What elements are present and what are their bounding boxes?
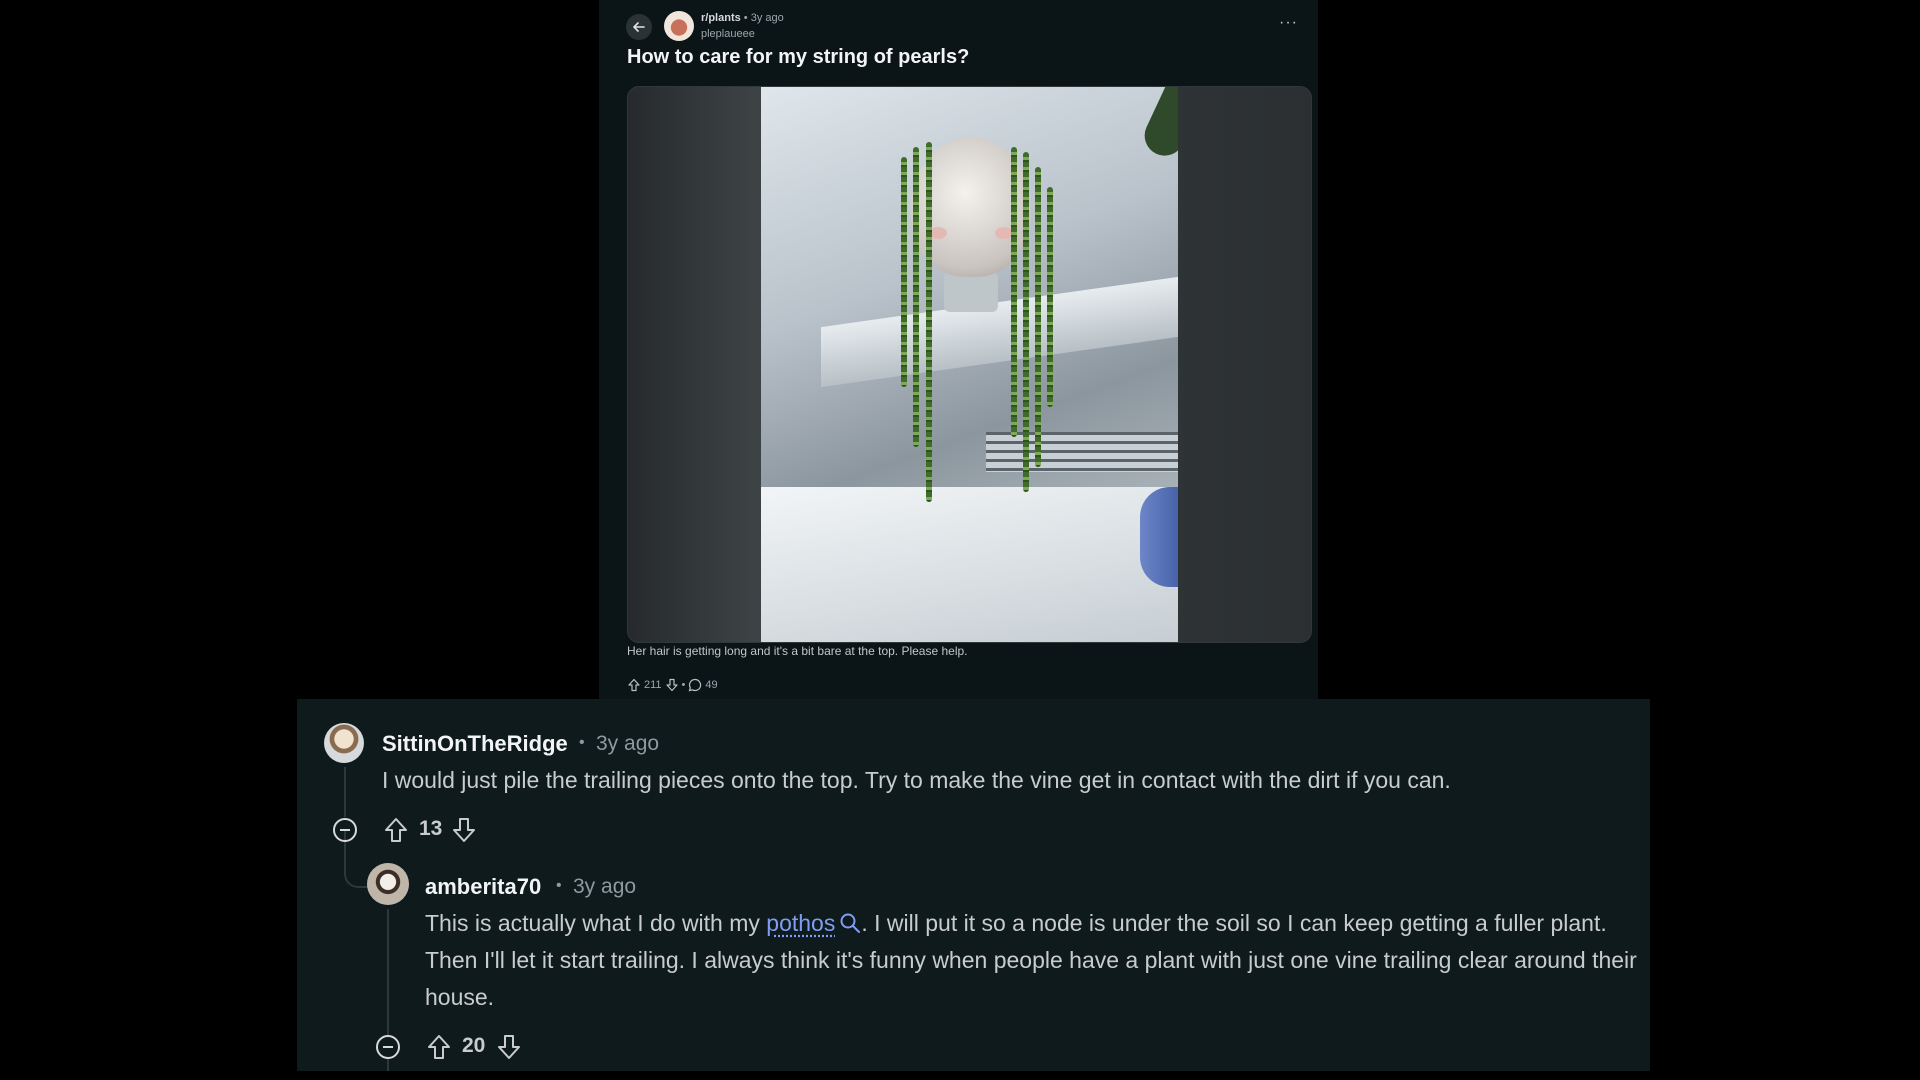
post-caption: Her hair is getting long and it's a bit … [627, 644, 968, 658]
planter-neck [944, 272, 998, 312]
minus-circle-icon [376, 1035, 400, 1059]
meta-separator: • [743, 12, 748, 24]
search-icon [840, 913, 861, 933]
comments-section: SittinOnTheRidge • 3y ago I would just p… [297, 699, 1650, 1071]
vine-strand [1023, 152, 1029, 492]
post-upvote-count: 211 [644, 679, 662, 691]
vine-strand [1035, 167, 1041, 467]
collapse-button[interactable] [331, 816, 359, 844]
search-link[interactable]: pothos [766, 910, 861, 936]
pot-shape [1140, 487, 1178, 587]
comment-author[interactable]: amberita70 [425, 874, 541, 900]
vent-shape [986, 432, 1178, 472]
floor-shape [761, 487, 1178, 642]
upvote-button[interactable] [627, 678, 641, 692]
more-options-button[interactable]: ··· [1279, 14, 1298, 32]
comment-text-start: This is actually what I do with my [425, 910, 767, 936]
comments-button[interactable] [688, 678, 702, 692]
comment-author[interactable]: SittinOnTheRidge [382, 731, 568, 757]
post-meta: r/plants • 3y ago [701, 12, 784, 24]
comment-text: This is actually what I do with my potho… [425, 905, 1640, 1016]
comment-bubble-icon [689, 678, 702, 692]
search-link-label: pothos [766, 910, 836, 936]
downvote-button[interactable] [494, 1031, 524, 1063]
post-card: r/plants • 3y ago pleplaueee ··· How to … [599, 0, 1318, 700]
shelf-shape [821, 276, 1178, 388]
post-stats: 211 • 49 [627, 678, 718, 692]
arrow-down-icon [498, 1035, 520, 1059]
vine-strand [1011, 147, 1017, 437]
post-age: 3y ago [750, 12, 784, 24]
comment-age: 3y ago [596, 732, 660, 755]
vine-strand [926, 142, 932, 502]
subreddit-avatar[interactable] [664, 11, 694, 41]
subreddit-name[interactable]: r/plants [701, 12, 741, 24]
arrow-up-icon [385, 818, 407, 842]
upvote-button[interactable] [424, 1031, 454, 1063]
comment-avatar[interactable] [367, 863, 409, 905]
vote-count: 13 [419, 817, 443, 840]
arrow-up-icon [428, 1035, 450, 1059]
comment-age: 3y ago [573, 875, 637, 898]
post-media[interactable] [627, 86, 1312, 643]
post-image [761, 87, 1178, 642]
vote-count: 20 [462, 1034, 486, 1057]
comment-avatar[interactable] [324, 723, 364, 763]
vine-strand [901, 157, 907, 387]
more-horizontal-icon: ··· [1279, 14, 1298, 31]
thread-line [387, 909, 389, 1035]
back-button[interactable] [626, 14, 652, 40]
meta-separator: • [556, 877, 562, 894]
comment-text: I would just pile the trailing pieces on… [382, 767, 1451, 793]
post-title[interactable]: How to care for my string of pearls? [627, 46, 969, 69]
arrow-up-icon [628, 678, 640, 692]
post-comment-count: 49 [705, 679, 718, 691]
collapse-button[interactable] [374, 1033, 402, 1061]
arrow-down-icon [453, 818, 475, 842]
arrow-left-icon [633, 22, 645, 32]
thread-line [344, 767, 346, 817]
vine-strand [913, 147, 919, 447]
upvote-button[interactable] [381, 814, 411, 846]
meta-separator: • [579, 734, 585, 751]
vine-strand [1047, 187, 1053, 407]
downvote-button[interactable] [665, 678, 679, 692]
arrow-down-icon [665, 678, 678, 692]
leaf-shape [1138, 87, 1178, 163]
post-author[interactable]: pleplaueee [701, 28, 755, 40]
stats-separator: • [681, 679, 686, 691]
downvote-button[interactable] [449, 814, 479, 846]
minus-circle-icon [333, 818, 357, 842]
